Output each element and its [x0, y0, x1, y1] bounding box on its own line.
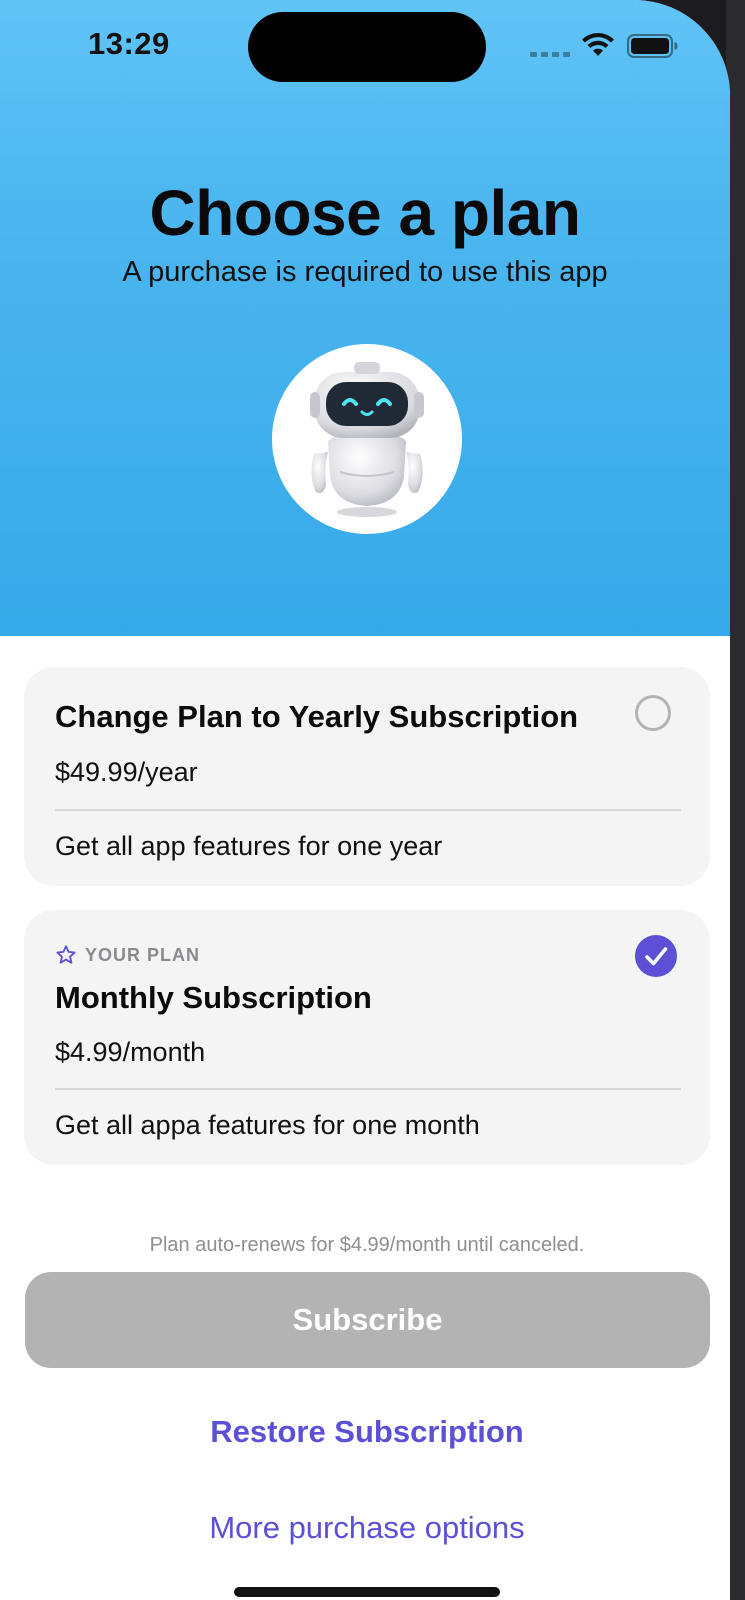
plan-description: Get all appa features for one month — [55, 1110, 480, 1140]
plan-radio-unselected[interactable] — [635, 695, 671, 731]
cellular-signal-icon — [530, 52, 570, 57]
plan-description: Get all app features for one year — [55, 831, 443, 861]
plan-title: Monthly Subscription — [55, 980, 372, 1015]
app-screen: 13:29 Choose a plan A purchase is requir… — [0, 0, 730, 1600]
wifi-icon — [582, 33, 614, 56]
current-plan-label: YOUR PLAN — [85, 944, 201, 965]
auto-renew-note: Plan auto-renews for $4.99/month until c… — [149, 1234, 585, 1256]
phone-frame: 13:29 Choose a plan A purchase is requir… — [0, 0, 745, 1600]
status-time: 13:29 — [88, 26, 170, 61]
current-plan-badge: YOUR PLAN — [55, 944, 200, 966]
header-banner: 13:29 Choose a plan A purchase is requir… — [0, 0, 730, 636]
plan-divider — [55, 809, 681, 811]
plan-card-yearly[interactable]: Change Plan to Yearly Subscription $49.9… — [24, 667, 710, 886]
app-avatar — [272, 344, 462, 534]
battery-icon — [627, 34, 678, 58]
home-indicator[interactable] — [234, 1587, 500, 1597]
star-icon — [56, 945, 76, 964]
plan-title: Change Plan to Yearly Subscription — [55, 699, 579, 734]
plan-price: $49.99/year — [55, 757, 198, 787]
plan-card-monthly[interactable]: YOUR PLAN Monthly Subscription $4.99/mon… — [24, 910, 710, 1165]
plan-price: $4.99/month — [55, 1037, 206, 1067]
plan-divider — [55, 1088, 681, 1090]
page-title: Choose a plan — [149, 177, 581, 249]
checkmark-icon — [645, 947, 668, 966]
robot-icon — [310, 362, 424, 517]
subscribe-button[interactable]: Subscribe — [25, 1272, 710, 1368]
plan-radio-selected[interactable] — [635, 935, 677, 977]
page-subtitle: A purchase is required to use this app — [122, 256, 608, 288]
more-purchase-options-link[interactable]: More purchase options — [0, 1510, 730, 1546]
dynamic-island — [248, 12, 486, 82]
restore-subscription-link[interactable]: Restore Subscription — [0, 1414, 730, 1450]
